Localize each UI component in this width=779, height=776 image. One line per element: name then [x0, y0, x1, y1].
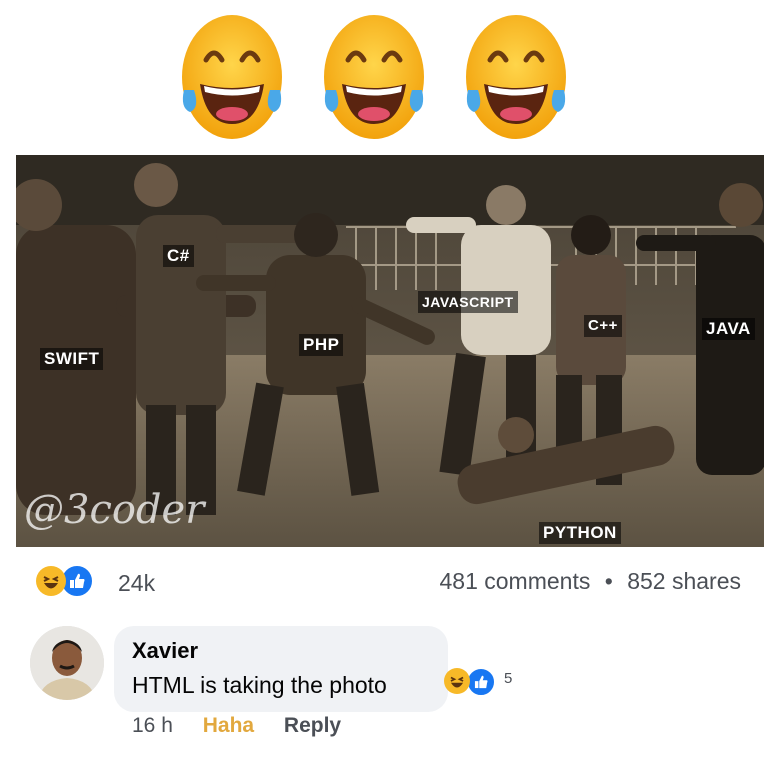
label-cpp: C++: [584, 315, 622, 337]
comment-bubble: Xavier HTML is taking the photo: [114, 626, 448, 712]
label-javascript: JAVASCRIPT: [418, 291, 518, 313]
comment-text: HTML is taking the photo: [132, 672, 387, 698]
laughing-tears-emoji-1: [178, 12, 286, 142]
comment-author[interactable]: Xavier: [132, 638, 198, 664]
emoji-row: [0, 8, 779, 148]
label-php: PHP: [299, 334, 344, 356]
comment-count[interactable]: 481 comments: [439, 568, 590, 594]
separator-dot: •: [604, 568, 613, 594]
comment: Xavier HTML is taking the photo 5 16 h H…: [0, 622, 779, 772]
label-python: PYTHON: [539, 522, 621, 544]
label-swift: SWIFT: [40, 348, 104, 370]
haha-button[interactable]: Haha: [203, 714, 254, 737]
label-java: JAVA: [702, 318, 755, 340]
comment-reactions[interactable]: 5: [444, 666, 518, 697]
comment-reaction-count: 5: [504, 670, 513, 687]
laughing-tears-emoji-2: [320, 12, 428, 142]
meme-photo[interactable]: SWIFT C# PHP JAVASCRIPT C++ JAVA PYTHON …: [16, 155, 764, 547]
laughing-tears-emoji-3: [462, 12, 570, 142]
like-icon: [466, 667, 496, 697]
watermark: @3coder: [24, 487, 205, 533]
haha-icon: [36, 566, 66, 596]
reaction-count: 24k: [118, 570, 156, 596]
reply-button[interactable]: Reply: [284, 714, 341, 737]
comment-time[interactable]: 16 h: [132, 714, 173, 737]
label-csharp: C#: [163, 245, 194, 267]
avatar[interactable]: [30, 626, 104, 700]
post-stats-bar: 24k 481 comments • 852 shares: [0, 562, 779, 602]
share-count[interactable]: 852 shares: [627, 568, 741, 594]
haha-icon: [444, 668, 470, 694]
comments-shares: 481 comments • 852 shares: [439, 568, 741, 595]
comment-actions: 16 h Haha Reply: [132, 714, 365, 738]
